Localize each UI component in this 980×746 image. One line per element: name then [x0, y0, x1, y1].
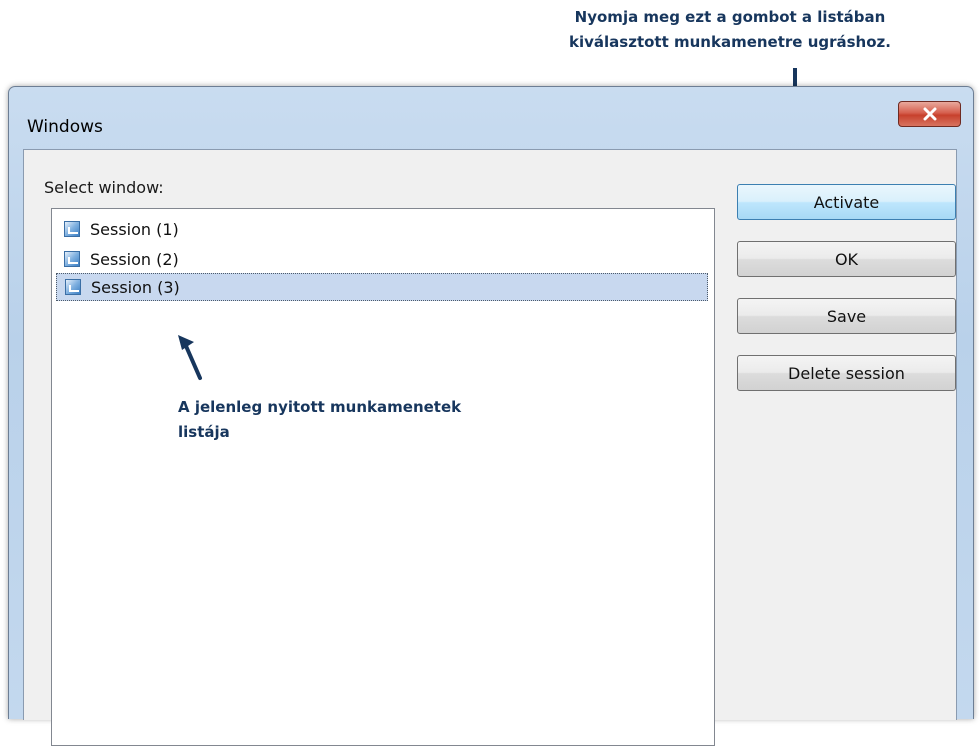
- activate-callout-line1: Nyomja meg ezt a gombot a listában: [574, 8, 886, 26]
- close-button[interactable]: [898, 101, 961, 127]
- activate-callout-line2: kiválasztott munkamenetre ugráshoz.: [569, 33, 891, 51]
- title-bar[interactable]: Windows: [9, 87, 973, 137]
- list-callout-line2: listája: [178, 423, 230, 441]
- list-item-label: Session (1): [90, 219, 179, 239]
- list-item-session-3[interactable]: Session (3): [56, 273, 708, 301]
- list-callout-line1: A jelenleg nyitott munkamenetek: [178, 398, 462, 416]
- list-item-session-2[interactable]: Session (2): [56, 245, 708, 273]
- select-window-label: Select window:: [44, 178, 164, 197]
- delete-session-button[interactable]: Delete session: [737, 355, 956, 391]
- list-item-session-1[interactable]: Session (1): [56, 215, 708, 243]
- session-window-icon: [64, 251, 80, 267]
- activate-callout: Nyomja meg ezt a gombot a listában kivál…: [520, 5, 940, 55]
- list-callout: A jelenleg nyitott munkamenetek listája: [178, 395, 578, 445]
- list-item-label: Session (2): [90, 249, 179, 269]
- session-listbox[interactable]: Session (1) Session (2) Session (3): [51, 208, 715, 746]
- ok-button[interactable]: OK: [737, 241, 956, 277]
- list-item-label: Session (3): [91, 277, 180, 297]
- arrow-up-icon: [178, 335, 202, 380]
- save-button[interactable]: Save: [737, 298, 956, 334]
- window-title: Windows: [27, 117, 103, 137]
- session-window-icon: [64, 221, 80, 237]
- session-window-icon: [65, 279, 81, 295]
- activate-button[interactable]: Activate: [737, 184, 956, 220]
- close-icon: [923, 107, 936, 121]
